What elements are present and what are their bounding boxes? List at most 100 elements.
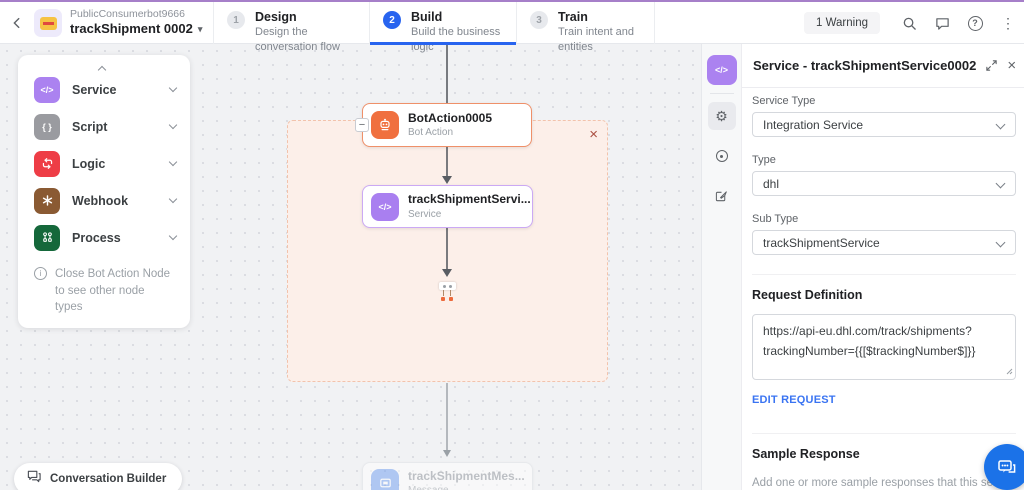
step-desc: Train intent and entities [558,25,654,54]
panel-body: Service Type Integration Service Type dh… [742,88,1024,490]
edit-request-link[interactable]: EDIT REQUEST [752,394,836,406]
target-icon [716,150,728,162]
expand-panel-icon[interactable] [985,57,998,75]
node-palette: </> Service { } Script Logic Webh [18,55,190,328]
bot-action-group-region[interactable]: × [287,120,608,382]
step-number-badge: 2 [383,11,401,29]
chat-widget-button[interactable] [984,444,1024,490]
logo-mark [40,17,57,30]
chat-bubbles-icon [26,469,42,489]
process-flow-icon [34,225,60,251]
bot-group-name: PublicConsumerbot9666 [70,8,202,21]
palette-note: i Close Bot Action Node to see other nod… [18,256,190,316]
sub-type-select[interactable]: trackShipmentService [752,230,1016,255]
node-message[interactable]: trackShipmentMes... Message [362,462,533,490]
request-definition-textarea[interactable]: https://api-eu.dhl.com/track/shipments?t… [752,314,1016,380]
connections-tab[interactable] [708,142,736,170]
code-icon: </> [371,193,399,221]
header-left: PublicConsumerbot9666 trackShipment 0002… [8,2,202,44]
node-title: BotAction0005 [408,111,492,127]
service-type-select[interactable]: Integration Service [752,112,1016,137]
bot-name: trackShipment 0002 [70,21,193,37]
palette-item-process[interactable]: Process [18,219,190,256]
service-type-label: Service Type [752,95,1016,107]
service-tab-icon[interactable]: </> [707,55,737,85]
help-icon[interactable]: ? [967,15,983,31]
divider [752,274,1016,275]
flow-canvas[interactable]: × − BotAction0005 Bot Action </> track [0,44,701,490]
panel-header: Service - trackShipmentService0002 × [742,44,1024,88]
settings-tab[interactable]: ⚙ [708,102,736,130]
script-braces-icon: { } [34,114,60,140]
tab-train[interactable]: 3 Train Train intent and entities [516,2,655,44]
conversation-builder-button[interactable]: Conversation Builder [14,463,182,490]
app-root: PublicConsumerbot9666 trackShipment 0002… [0,0,1024,490]
node-service[interactable]: </> trackShipmentServi... Service [362,185,533,228]
sample-response-help: Add one or more sample responses that th… [752,474,1024,490]
app-header: PublicConsumerbot9666 trackShipment 0002… [0,2,1024,44]
chevron-down-icon [169,195,177,203]
palette-item-service[interactable]: </> Service [18,71,190,108]
request-definition-heading: Request Definition [752,288,1016,302]
step-desc: Build the business logic [411,25,516,54]
palette-item-script[interactable]: { } Script [18,108,190,145]
edit-tab[interactable] [708,182,736,210]
resize-grip-icon[interactable] [1006,362,1013,380]
kebab-menu-icon[interactable]: ⋮ [1000,15,1016,31]
gear-icon: ⚙ [715,108,728,125]
service-properties-panel: </> ⚙ Service - trackShipmentService0002… [701,44,1024,490]
chevron-down-icon [169,84,177,92]
workflow-steps: 1 Design Design the conversation flow 2 … [213,2,655,44]
bot-meta: PublicConsumerbot9666 trackShipment 0002… [70,8,202,37]
node-subtitle: Bot Action [408,126,492,139]
step-title: Design [255,9,369,25]
type-label: Type [752,154,1016,166]
step-title: Build [411,9,516,25]
top-accent-line [0,0,1024,2]
type-select[interactable]: dhl [752,171,1016,196]
step-number-badge: 3 [530,11,548,29]
node-subtitle: Service [408,208,531,221]
bot-name-dropdown[interactable]: trackShipment 0002 ▾ [70,21,202,37]
bot-action-icon [371,111,399,139]
chevron-down-icon [169,232,177,240]
panel-icon-rail: </> ⚙ [702,44,742,490]
service-code-icon: </> [34,77,60,103]
palette-item-webhook[interactable]: Webhook [18,182,190,219]
request-definition-wrap: https://api-eu.dhl.com/track/shipments?t… [752,314,1016,385]
search-icon[interactable] [901,15,917,31]
connection-port[interactable] [438,282,456,301]
node-title: trackShipmentServi... [408,192,531,208]
webhook-asterisk-icon [34,188,60,214]
back-button[interactable] [8,14,26,32]
caret-down-icon: ▾ [198,24,203,35]
collapse-node-button[interactable]: − [355,118,369,132]
sample-response-heading: Sample Response [752,447,1016,461]
sub-type-label: Sub Type [752,213,1016,225]
chat-bubble-icon [996,457,1018,477]
header-right: 1 Warning ? ⋮ [804,2,1016,44]
node-bot-action[interactable]: − BotAction0005 Bot Action [362,103,532,147]
info-icon: i [34,267,47,280]
close-panel-icon[interactable]: × [1007,57,1016,75]
close-region-icon[interactable]: × [589,127,598,142]
app-logo[interactable] [34,9,62,37]
warning-button[interactable]: 1 Warning [804,12,880,34]
palette-item-logic[interactable]: Logic [18,145,190,182]
step-title: Train [558,9,654,25]
tab-design[interactable]: 1 Design Design the conversation flow [213,2,369,44]
message-icon [371,469,399,490]
node-subtitle: Message [408,484,525,490]
divider [752,433,1016,434]
node-title: trackShipmentMes... [408,469,525,485]
chevron-down-icon [169,121,177,129]
pen-square-icon [715,190,728,203]
tab-build[interactable]: 2 Build Build the business logic [369,2,516,44]
comment-icon[interactable] [934,15,950,31]
collapse-palette-icon[interactable] [99,60,107,68]
chevron-down-icon [169,158,177,166]
step-desc: Design the conversation flow [255,25,369,54]
panel-title: Service - trackShipmentService0002 [753,58,976,73]
logic-loop-icon [34,151,60,177]
step-number-badge: 1 [227,11,245,29]
